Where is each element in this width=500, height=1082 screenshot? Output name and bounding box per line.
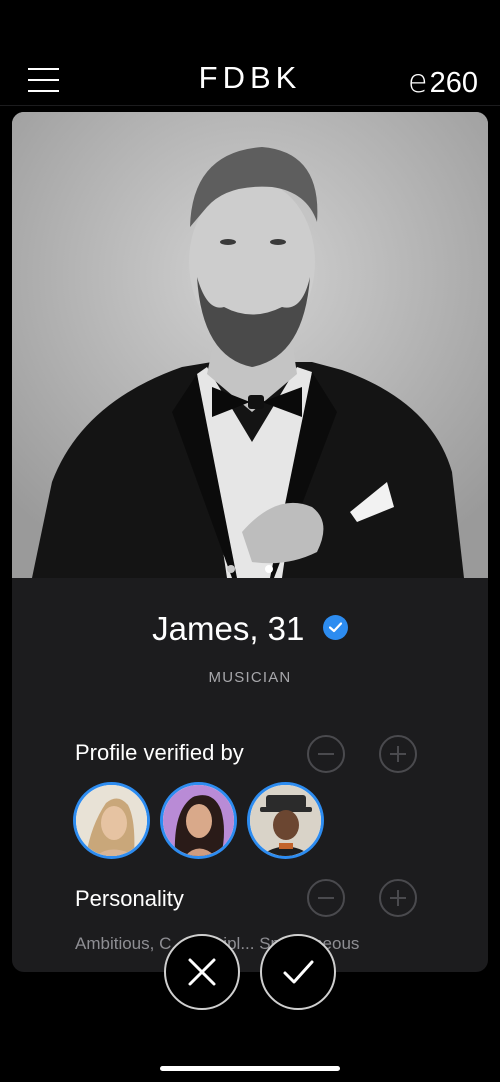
- personality-plus-button[interactable]: [379, 879, 417, 917]
- home-indicator[interactable]: [160, 1066, 340, 1071]
- app-screen: FDBK e260 James, 31 MUSICIAN Profile ver…: [0, 0, 500, 1082]
- verified-check-icon: [322, 614, 348, 640]
- verifier-avatar-1[interactable]: [73, 782, 150, 859]
- verifier-avatar-2[interactable]: [160, 782, 237, 859]
- photo-pagination: [12, 560, 488, 578]
- verified-minus-button[interactable]: [307, 735, 345, 773]
- accept-button[interactable]: [260, 934, 336, 1010]
- checkmark-icon: [283, 960, 314, 984]
- minus-icon: [318, 897, 334, 899]
- personality-title: Personality: [75, 886, 184, 911]
- profile-photo[interactable]: [12, 112, 488, 578]
- photo-dot-1[interactable]: [227, 565, 235, 573]
- personality-minus-button[interactable]: [307, 879, 345, 917]
- profile-occupation: MUSICIAN: [208, 669, 292, 686]
- minus-icon: [318, 753, 334, 755]
- verifier-avatar-3[interactable]: [247, 782, 324, 859]
- credits-value: 260: [429, 67, 478, 99]
- name-row: James, 31: [12, 610, 488, 648]
- reject-button[interactable]: [164, 934, 240, 1010]
- profile-card: James, 31 MUSICIAN Profile verified by P…: [12, 112, 488, 972]
- plus-icon-v: [397, 746, 399, 762]
- verified-by-title: Profile verified by: [75, 740, 244, 765]
- profile-name: James, 31: [152, 610, 305, 647]
- top-bar: FDBK e260: [0, 0, 500, 106]
- verified-plus-button[interactable]: [379, 735, 417, 773]
- credits-symbol: e: [407, 62, 428, 100]
- plus-icon-v: [397, 890, 399, 906]
- photo-dot-2[interactable]: [265, 565, 273, 573]
- credits-counter[interactable]: e260: [408, 62, 478, 100]
- close-icon: [188, 958, 216, 986]
